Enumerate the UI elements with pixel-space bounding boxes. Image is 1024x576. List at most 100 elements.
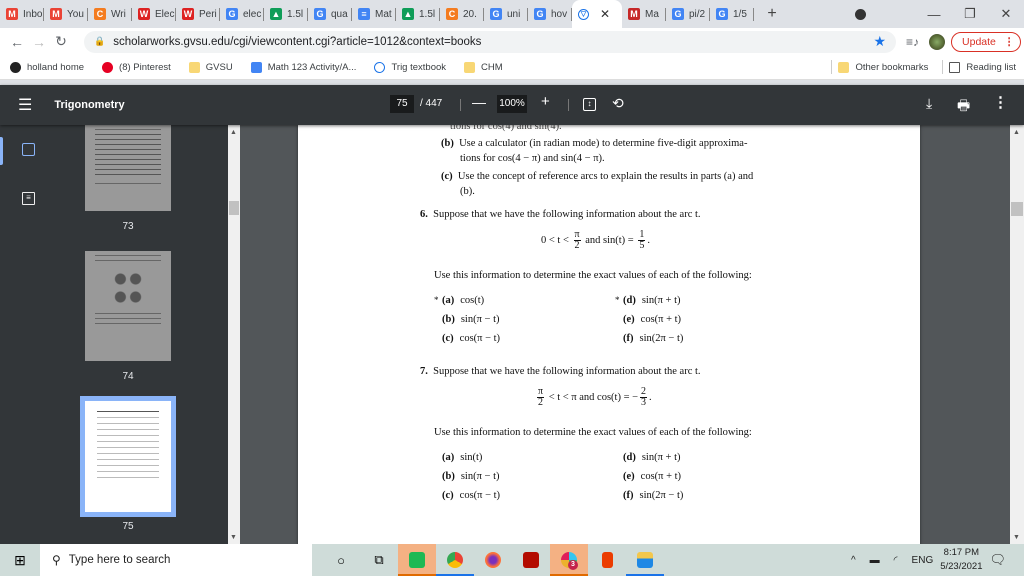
scroll-down-arrow-icon[interactable]: ▼	[230, 534, 237, 541]
part-label: (b)	[442, 471, 455, 482]
outline-view-icon[interactable]: ≡	[22, 192, 35, 205]
q5c-line2: (b).	[460, 186, 475, 197]
divider	[942, 60, 944, 74]
reading-list-icon	[949, 61, 961, 73]
address-bar[interactable]: 🔒 scholarworks.gvsu.edu/cgi/viewcontent.…	[84, 30, 896, 53]
slack-icon[interactable]: 3	[550, 544, 588, 576]
tab-l8[interactable]: ≡ Mat	[352, 0, 396, 28]
reload-button[interactable]: ↻	[50, 33, 72, 50]
clock[interactable]: 8:17 PM 5/23/2021	[940, 546, 982, 574]
folder-icon	[838, 61, 850, 73]
bookmark-chm[interactable]: CHM	[464, 61, 503, 73]
tab-l2[interactable]: C Wri	[88, 0, 132, 28]
tab-r2[interactable]: G 1/5	[710, 0, 754, 28]
tab-l5[interactable]: Gelec	[220, 0, 264, 28]
zoom-level-input[interactable]: 100%	[497, 95, 527, 113]
thumbnail-page-73[interactable]	[85, 125, 171, 211]
tab-l11[interactable]: Guni	[484, 0, 528, 28]
tab-l6[interactable]: ▲ 1.5l	[264, 0, 308, 28]
wolfram-icon: W	[182, 8, 194, 20]
clock-date: 5/23/2021	[940, 561, 983, 572]
new-tab-button[interactable]: +	[762, 5, 782, 23]
tab-l12[interactable]: Ghov	[528, 0, 572, 28]
tab-r1[interactable]: Gpi/2	[666, 0, 710, 28]
bookmark-math123[interactable]: Math 123 Activity/A...	[250, 61, 356, 73]
taskbar-search[interactable]: ⚲ Type here to search	[40, 544, 312, 576]
reading-list[interactable]: Reading list	[949, 61, 1016, 73]
fit-to-page-icon[interactable]: ↕	[583, 98, 596, 111]
bookmark-gvsu[interactable]: GVSU	[188, 61, 233, 73]
minimize-button[interactable]: —	[916, 7, 952, 22]
tab-l9[interactable]: ▲ 1.5l	[396, 0, 440, 28]
download-icon[interactable]: ⤓	[926, 95, 932, 112]
thumbnail-label-73: 73	[122, 221, 134, 232]
print-icon[interactable]: 🖶	[957, 95, 970, 119]
restore-button[interactable]: ❐	[952, 6, 988, 22]
tab-l4[interactable]: W Peri	[176, 0, 220, 28]
divider	[568, 99, 569, 111]
part-expression: sin(t)	[460, 452, 483, 463]
tab-r0[interactable]: M Ma	[622, 0, 666, 28]
firefox-icon[interactable]	[474, 544, 512, 576]
cortana-icon[interactable]: ○	[322, 544, 360, 576]
profile-icon[interactable]	[855, 8, 866, 20]
chrome-icon[interactable]	[436, 544, 474, 576]
thumbnail-page-74[interactable]	[85, 251, 171, 361]
wifi-icon[interactable]: ◜	[894, 555, 898, 566]
q5c-line1: (c) Use the concept of reference arcs to…	[441, 171, 754, 182]
zoom-in-button[interactable]: +	[541, 93, 550, 110]
close-tab-icon[interactable]: ✕	[600, 7, 610, 21]
close-window-button[interactable]: ✕	[988, 6, 1024, 22]
tab-l0[interactable]: M Inbo	[0, 0, 44, 28]
tab-strip: M Inbo M You C Wri W Elec W Peri Gelec ▲ 1.5l Gqua ≡ Ma…	[0, 0, 1024, 28]
main-scrollbar[interactable]: ▲ ▼	[1010, 125, 1024, 545]
folder-icon	[464, 61, 476, 73]
spotify-icon[interactable]	[398, 544, 436, 576]
page-number-input[interactable]: 75	[390, 95, 414, 113]
scrollbar-thumb[interactable]	[229, 201, 239, 215]
office-icon[interactable]	[588, 544, 626, 576]
rotate-icon[interactable]: ⟲	[612, 95, 624, 112]
bookmark-star-icon[interactable]: ★	[873, 33, 886, 50]
bookmark-trig-textbook[interactable]: Trig textbook	[374, 61, 447, 73]
notifications-icon[interactable]: 🗨	[989, 552, 1006, 568]
bookmark-label: Trig textbook	[391, 61, 447, 73]
other-bookmarks[interactable]: Other bookmarks	[838, 61, 928, 73]
language-indicator[interactable]: ENG	[912, 555, 934, 566]
tab-l3[interactable]: W Elec	[132, 0, 176, 28]
tab-l7[interactable]: Gqua	[308, 0, 352, 28]
thumbnail-label-74: 74	[122, 371, 134, 382]
scroll-up-arrow-icon[interactable]: ▲	[1013, 129, 1020, 136]
task-view-icon[interactable]: ⧉	[360, 544, 398, 576]
show-hidden-icons[interactable]: ^	[851, 555, 856, 566]
avatar[interactable]	[929, 33, 946, 50]
tab-l1[interactable]: M You	[44, 0, 88, 28]
bookmark-pinterest[interactable]: (8) Pinterest	[102, 61, 171, 73]
bookmark-label: CHM	[481, 61, 503, 73]
more-options-icon[interactable]: ⋮	[993, 93, 1008, 111]
thumbnail-page-75-selected[interactable]	[80, 396, 176, 517]
bookmark-holland-home[interactable]: holland home	[10, 61, 84, 73]
file-explorer-icon[interactable]	[626, 544, 664, 576]
scroll-up-arrow-icon[interactable]: ▲	[230, 129, 237, 136]
media-control-icon[interactable]: ≡♪	[906, 35, 919, 49]
tab-label: Mat	[375, 8, 392, 20]
acrobat-icon[interactable]	[512, 544, 550, 576]
update-label: Update	[962, 35, 996, 48]
scrollbar-thumb[interactable]	[1011, 202, 1023, 216]
tab-l10[interactable]: C 20.	[440, 0, 484, 28]
bookmarks-bar: holland home (8) Pinterest GVSU Math 123…	[0, 55, 1024, 80]
update-button[interactable]: Update ⋮	[951, 31, 1022, 52]
tab-label: You	[67, 8, 84, 20]
thumbnails-view-icon[interactable]	[22, 143, 35, 156]
scroll-down-arrow-icon[interactable]: ▼	[1013, 534, 1020, 541]
forward-button[interactable]: →	[28, 34, 50, 50]
tab-label: Inbo	[23, 8, 43, 20]
hamburger-menu-icon[interactable]: ☰	[18, 95, 32, 115]
sidebar-scrollbar[interactable]: ▲ ▼	[228, 125, 240, 545]
battery-icon[interactable]: ▬	[870, 555, 880, 566]
back-button[interactable]: ←	[6, 34, 28, 50]
windows-start-icon[interactable]: ⊞	[0, 552, 40, 569]
tab-active-scholarworks[interactable]: ▽ ✕	[572, 0, 622, 28]
zoom-out-button[interactable]: —	[472, 94, 486, 110]
